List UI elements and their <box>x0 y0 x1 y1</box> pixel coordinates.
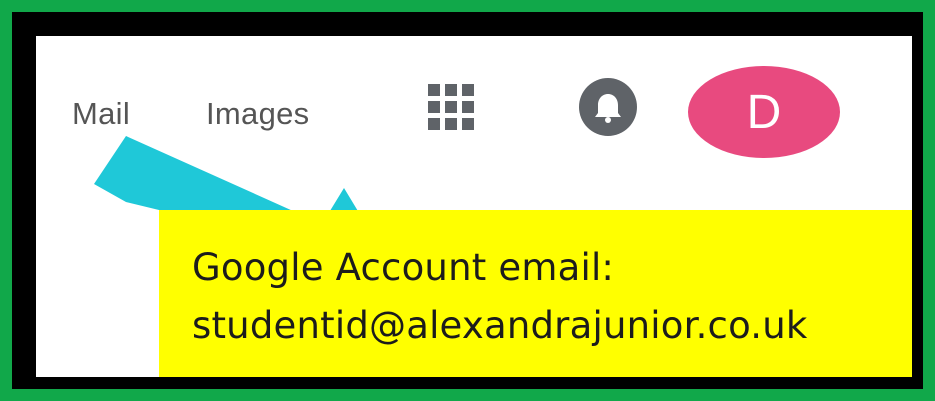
apps-grid-icon[interactable] <box>428 84 474 130</box>
account-avatar[interactable]: D <box>688 66 840 158</box>
callout-email: studentid@alexandrajunior.co.uk <box>192 304 808 347</box>
email-callout <box>159 210 912 377</box>
google-header-screenshot: Mail Images D Google Account email: stud… <box>36 36 912 377</box>
callout-title: Google Account email: <box>192 246 615 289</box>
notifications-button[interactable] <box>579 78 637 136</box>
bell-icon <box>595 94 621 123</box>
avatar-initial: D <box>746 85 782 139</box>
